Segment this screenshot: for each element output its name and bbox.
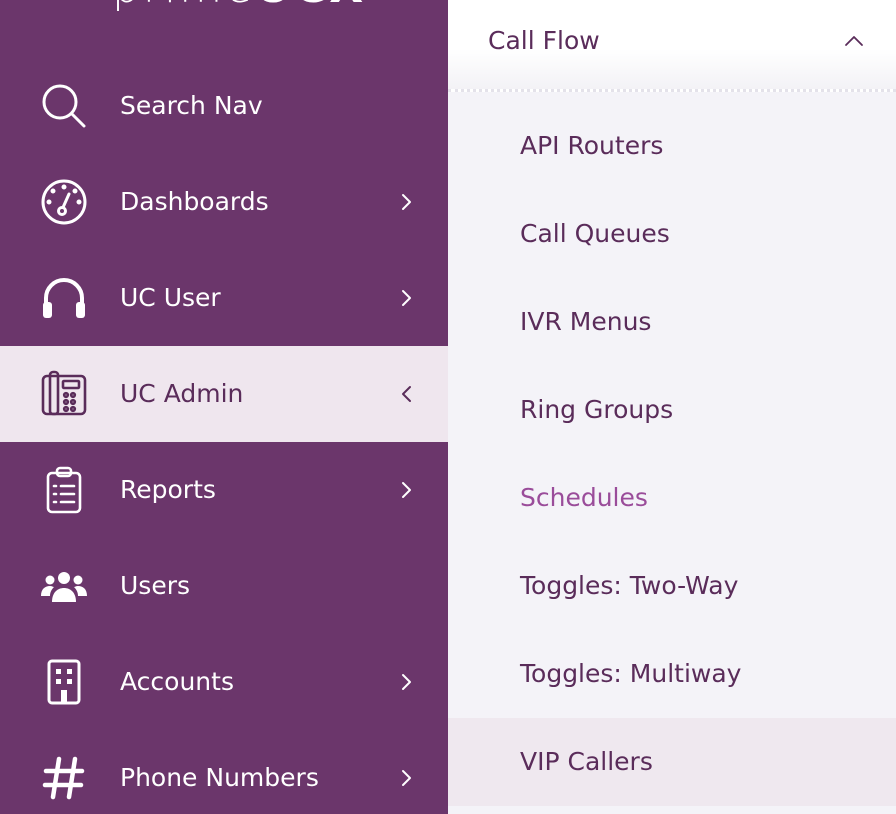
logo-bold: UCX <box>255 0 366 13</box>
sidebar: primeUCX Search Nav <box>0 0 448 814</box>
submenu-item-call-queues[interactable]: Call Queues <box>448 190 896 278</box>
logo: primeUCX <box>112 0 366 10</box>
sidebar-item-label: Accounts <box>120 667 234 696</box>
sidebar-item-label: Search Nav <box>120 91 263 120</box>
submenu-item-ring-groups[interactable]: Ring Groups <box>448 366 896 454</box>
sidebar-item-label: Phone Numbers <box>120 763 319 792</box>
submenu-item-toggles-multiway[interactable]: Toggles: Multiway <box>448 630 896 718</box>
sidebar-item-label: Users <box>120 571 191 600</box>
search-icon <box>40 82 88 130</box>
submenu-item-label: Toggles: Multiway <box>520 659 742 688</box>
sidebar-item-phone-numbers[interactable]: Phone Numbers <box>0 730 448 814</box>
submenu-item-ivr-menus[interactable]: IVR Menus <box>448 278 896 366</box>
submenu-item-label: IVR Menus <box>520 307 652 336</box>
sidebar-item-label: Reports <box>120 475 216 504</box>
sidebar-item-label: UC Admin <box>120 379 244 408</box>
gauge-icon <box>40 178 88 226</box>
chevron-up-icon <box>842 30 866 52</box>
submenu-item-label: Call Queues <box>520 219 670 248</box>
sidebar-item-uc-admin[interactable]: UC Admin <box>0 346 448 442</box>
logo-light: prime <box>112 0 255 13</box>
chevron-left-icon <box>396 382 418 406</box>
submenu-item-label: Ring Groups <box>520 395 674 424</box>
sidebar-item-dashboards[interactable]: Dashboards <box>0 154 448 250</box>
users-icon <box>40 562 88 610</box>
chevron-right-icon <box>396 478 418 502</box>
chevron-right-icon <box>396 766 418 790</box>
submenu-panel: Call Flow API Routers Call Queues IVR Me… <box>448 0 896 814</box>
hashtag-icon <box>40 754 88 802</box>
sidebar-item-label: UC User <box>120 283 221 312</box>
sidebar-item-users[interactable]: Users <box>0 538 448 634</box>
submenu-header-call-flow[interactable]: Call Flow <box>448 0 896 92</box>
clipboard-icon <box>40 466 88 514</box>
sidebar-item-search-nav[interactable]: Search Nav <box>0 58 448 154</box>
chevron-right-icon <box>396 670 418 694</box>
app: primeUCX Search Nav <box>0 0 896 814</box>
submenu-item-label: Toggles: Two-Way <box>520 571 739 600</box>
headset-icon <box>40 274 88 322</box>
submenu-title: Call Flow <box>488 26 600 55</box>
submenu-item-toggles-two-way[interactable]: Toggles: Two-Way <box>448 542 896 630</box>
submenu-item-api-routers[interactable]: API Routers <box>448 102 896 190</box>
chevron-right-icon <box>396 190 418 214</box>
building-icon <box>40 658 88 706</box>
sidebar-item-accounts[interactable]: Accounts <box>0 634 448 730</box>
submenu-item-label: API Routers <box>520 131 664 160</box>
sidebar-item-reports[interactable]: Reports <box>0 442 448 538</box>
sidebar-item-label: Dashboards <box>120 187 269 216</box>
submenu-item-vip-callers[interactable]: VIP Callers <box>448 718 896 806</box>
submenu-item-label: VIP Callers <box>520 747 653 776</box>
sidebar-item-uc-user[interactable]: UC User <box>0 250 448 346</box>
submenu-item-label: Schedules <box>520 483 648 512</box>
submenu-item-schedules[interactable]: Schedules <box>448 454 896 542</box>
desk-phone-icon <box>40 370 88 418</box>
chevron-right-icon <box>396 286 418 310</box>
